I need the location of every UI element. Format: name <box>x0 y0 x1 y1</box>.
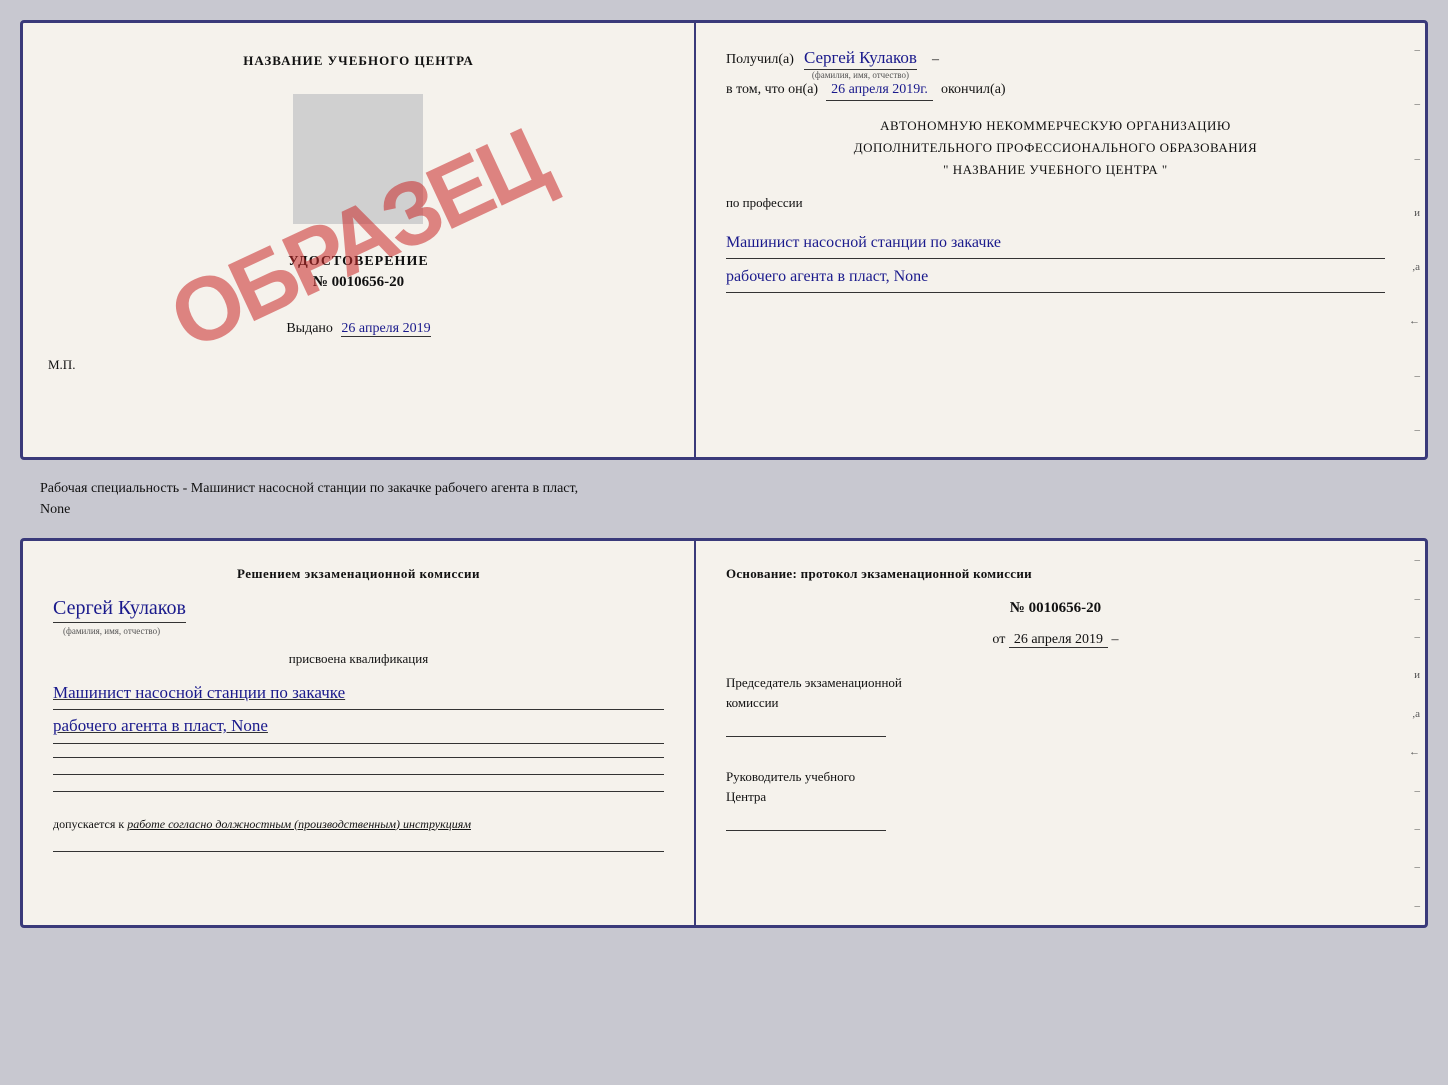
predsedatel-block: Председатель экзаменационной комиссии <box>726 673 1385 737</box>
poluchil-name-wrapper: Сергей Кулаков (фамилия, имя, отчество) <box>804 48 917 68</box>
profession-line1: Машинист насосной станции по закачке <box>726 229 1385 259</box>
org-block: АВТОНОМНУЮ НЕКОММЕРЧЕСКУЮ ОРГАНИЗАЦИЮ ДО… <box>726 115 1385 181</box>
poluchil-line: Получил(а) Сергей Кулаков (фамилия, имя,… <box>726 48 1385 68</box>
middle-text-line1: Рабочая специальность - Машинист насосно… <box>40 481 578 496</box>
cert-top-right-wrapper: Получил(а) Сергей Кулаков (фамилия, имя,… <box>696 23 1425 457</box>
familiya-hint-bottom: (фамилия, имя, отчество) <box>63 626 160 636</box>
okonchil: окончил(а) <box>941 82 1006 98</box>
certificate-top: НАЗВАНИЕ УЧЕБНОГО ЦЕНТРА УДОСТОВЕРЕНИЕ №… <box>20 20 1428 460</box>
vydano-line: Выдано 26 апреля 2019 <box>286 321 430 337</box>
field-line-3 <box>53 791 664 792</box>
poluchil-prefix: Получил(а) <box>726 52 794 68</box>
dash-separator: – <box>932 52 939 68</box>
cert-bottom-right: Основание: протокол экзаменационной коми… <box>696 541 1425 856</box>
cert-bottom-right-wrapper: Основание: протокол экзаменационной коми… <box>696 541 1425 925</box>
vydano-prefix: Выдано <box>286 321 333 336</box>
prisvoena-text: присвоена квалификация <box>53 651 664 667</box>
dash-mark-b10: – <box>1400 900 1420 912</box>
predsedatel-sign-line <box>726 717 886 737</box>
qual-line2: рабочего агента в пласт, None <box>53 710 664 743</box>
udostoverenie-block: УДОСТОВЕРЕНИЕ № 0010656-20 <box>288 254 428 291</box>
ot-date: 26 апреля 2019 <box>1009 632 1108 648</box>
familiya-hint-top: (фамилия, имя, отчество) <box>812 70 909 80</box>
protocol-number: № 0010656-20 <box>726 600 1385 617</box>
certificate-bottom: Решением экзаменационной комиссии Сергей… <box>20 538 1428 928</box>
dash-mark-b9: – <box>1400 861 1420 873</box>
field-line-4 <box>53 851 664 852</box>
field-line-2 <box>53 774 664 775</box>
qualification-block: Машинист насосной станции по закачке раб… <box>53 677 664 744</box>
middle-text-block: Рабочая специальность - Машинист насосно… <box>20 468 1428 530</box>
school-name-top: НАЗВАНИЕ УЧЕБНОГО ЦЕНТРА <box>243 53 474 69</box>
predsedatel-line1: Председатель экзаменационной <box>726 673 1385 693</box>
osnovanie-text: Основание: протокол экзаменационной коми… <box>726 566 1385 582</box>
rukovoditel-line2: Центра <box>726 787 1385 807</box>
middle-text-line2: None <box>40 502 70 517</box>
cert-top-right: Получил(а) Сергей Кулаков (фамилия, имя,… <box>696 23 1425 318</box>
profession-line2: рабочего агента в пласт, None <box>726 263 1385 293</box>
rukovoditel-sign-line <box>726 811 886 831</box>
field-line-1 <box>53 757 664 758</box>
ot-date-block: от 26 апреля 2019 – <box>726 632 1385 648</box>
udostoverenie-title: УДОСТОВЕРЕНИЕ <box>288 254 428 270</box>
mp-line: М.П. <box>48 357 75 373</box>
person-name-bottom: Сергей Кулаков <box>53 597 186 623</box>
profession-block: Машинист насосной станции по закачке раб… <box>726 225 1385 293</box>
org-line1: АВТОНОМНУЮ НЕКОММЕРЧЕСКУЮ ОРГАНИЗАЦИЮ <box>726 115 1385 137</box>
po-professii: по профессии <box>726 195 1385 211</box>
org-name: " НАЗВАНИЕ УЧЕБНОГО ЦЕНТРА " <box>726 159 1385 181</box>
dopuskaetsya-text: работе согласно должностным (производств… <box>127 817 471 831</box>
vtom-date: 26 апреля 2019г. <box>826 82 933 101</box>
resheniem-text: Решением экзаменационной комиссии <box>53 566 664 582</box>
vydano-date: 26 апреля 2019 <box>341 321 430 337</box>
org-line2: ДОПОЛНИТЕЛЬНОГО ПРОФЕССИОНАЛЬНОГО ОБРАЗО… <box>726 137 1385 159</box>
dash-mark-7: – <box>1400 370 1420 382</box>
cert-number-top: № 0010656-20 <box>288 274 428 291</box>
qual-line1: Машинист насосной станции по закачке <box>53 677 664 710</box>
stamp-area <box>293 94 423 224</box>
predsedatel-line2: комиссии <box>726 693 1385 713</box>
cert-bottom-left: Решением экзаменационной комиссии Сергей… <box>23 541 696 925</box>
dash-mark-8: – <box>1400 424 1420 436</box>
rukovoditel-block: Руководитель учебного Центра <box>726 767 1385 831</box>
poluchil-name: Сергей Кулаков <box>804 48 917 70</box>
vtom-prefix: в том, что он(а) <box>726 82 818 98</box>
dopuskaetsya-block: допускается к работе согласно должностны… <box>53 815 664 833</box>
vtom-line: в том, что он(а) 26 апреля 2019г. окончи… <box>726 82 1385 101</box>
ot-prefix: от <box>992 632 1005 647</box>
dopuskaetsya-prefix: допускается к <box>53 817 124 831</box>
cert-top-left: НАЗВАНИЕ УЧЕБНОГО ЦЕНТРА УДОСТОВЕРЕНИЕ №… <box>23 23 696 457</box>
ot-dash: – <box>1112 632 1119 647</box>
rukovoditel-line1: Руководитель учебного <box>726 767 1385 787</box>
person-name-bottom-wrapper: Сергей Кулаков (фамилия, имя, отчество) <box>53 597 664 623</box>
